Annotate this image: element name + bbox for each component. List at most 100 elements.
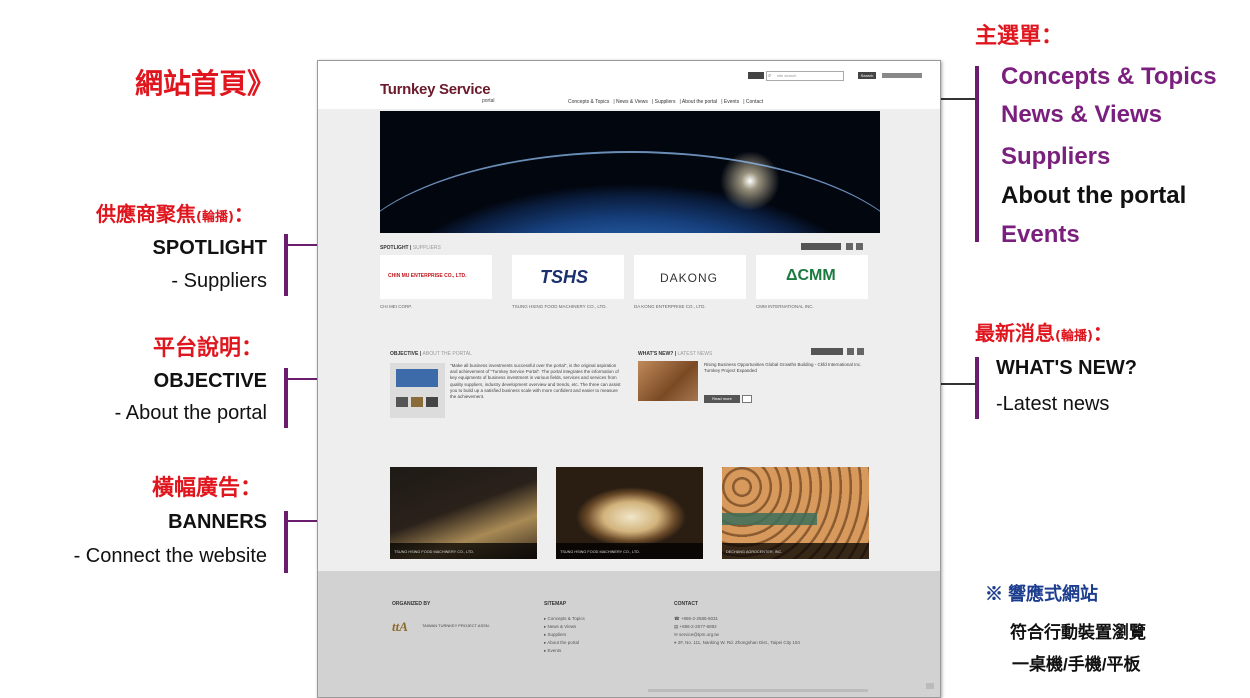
supplier-card-2[interactable]: TSHS: [512, 255, 624, 299]
footer-bottom-bar: [648, 689, 868, 692]
supplier-logo-1: CHIN MU ENTERPRISE CO., LTD.: [388, 273, 467, 279]
language-selector[interactable]: [882, 73, 922, 78]
footer-sitemap-item[interactable]: ▸ Suppliers: [544, 631, 585, 639]
objective-thumb-item-2: [411, 397, 423, 407]
banner-1-caption: TSUNG HSING FOOD MACHINERY CO., LTD.: [394, 550, 474, 554]
nav-contact[interactable]: Contact: [746, 99, 763, 105]
footer-sitemap-label: Suppliers: [547, 632, 567, 637]
footer-organized-title: ORGANIZED BY: [392, 601, 431, 607]
banner-3-label-bar: [722, 513, 817, 525]
whats-new-title-text: 最新消息: [975, 321, 1055, 345]
supplier-logo-2: TSHS: [540, 267, 589, 287]
footer-org-logo[interactable]: ttA TAIWAN TURNKEY PROJECT ASSN.: [392, 619, 512, 634]
objective-title: OBJECTIVE: [390, 351, 419, 357]
nav-concepts[interactable]: Concepts & Topics: [568, 99, 609, 105]
back-to-top-button[interactable]: [926, 683, 934, 689]
objective-text: "Make all business investments successfu…: [450, 363, 621, 400]
footer-sitemap-list: ▸ Concepts & Topics ▸ News & Views ▸ Sup…: [544, 615, 585, 655]
spotlight-title-colon: ：: [233, 202, 254, 226]
banner-1[interactable]: TSUNG HSING FOOD MACHINERY CO., LTD.: [390, 467, 537, 559]
search-select[interactable]: [748, 72, 764, 79]
objective-thumb-item-1: [396, 397, 408, 407]
objective-annotation-title: 平台說明：: [153, 336, 264, 361]
footer-sitemap-label: News & Views: [547, 624, 577, 629]
banners-desc: - Connect the website: [73, 545, 267, 567]
main-nav: Concepts & Topics | News & Views | Supplie…: [568, 99, 764, 105]
spotlight-title: SPOTLIGHT: [380, 245, 409, 251]
footer-sitemap-item[interactable]: ▸ Events: [544, 647, 585, 655]
search-input[interactable]: site search ⌕: [766, 71, 844, 81]
menu-annotation-item-suppliers: Suppliers: [1001, 143, 1111, 170]
supplier-name-3: DA KONG ENTERPRISE CO., LTD.: [634, 304, 706, 309]
spotlight-more-button[interactable]: [801, 243, 841, 250]
news-more-button[interactable]: [811, 348, 843, 355]
responsive-note-3: 一桌機/手機/平板: [1012, 655, 1141, 674]
site-logo[interactable]: Turnkey Service: [380, 81, 491, 98]
supplier-logo-3: DAKONG: [660, 271, 719, 285]
objective-thumbnail: [390, 363, 445, 418]
site-header: Turnkey Service portal site search ⌕ Sea…: [318, 61, 940, 109]
banner-2[interactable]: TSUNG HSING FOOD MACHINERY CO., LTD.: [556, 467, 703, 559]
supplier-name-2: TSUNG HSING FOOD MACHINERY CO., LTD.: [512, 304, 607, 309]
objective-thumb-item-3: [426, 397, 438, 407]
supplier-card-3[interactable]: DAKONG: [634, 255, 746, 299]
banners-annotation-title: 橫幅廣告：: [152, 476, 263, 501]
search-area: site search ⌕ Search: [748, 71, 933, 81]
objective-bracket: [284, 368, 288, 428]
footer-sitemap-item[interactable]: ▸ Concepts & Topics: [544, 615, 585, 623]
main-menu-annotation-title: 主選單：: [975, 24, 1064, 49]
spotlight-next-button[interactable]: [856, 243, 863, 250]
footer-email-text: service@tpm.org.tw: [679, 632, 719, 637]
footer-phone-text: +886-2-2585-5031: [680, 616, 719, 621]
supplier-name-1: CHI MEI CORP.: [380, 304, 412, 309]
nav-news[interactable]: News & Views: [616, 99, 648, 105]
search-icon: ⌕: [768, 72, 772, 79]
footer-contact-list: ☎ +886-2-2585-5031 ▤ +886-2-2577-6892 ✉ …: [674, 615, 800, 647]
hero-banner-earth: [380, 111, 880, 233]
footer-fax: ▤ +886-2-2577-6892: [674, 623, 800, 631]
fax-icon: ▤: [674, 624, 679, 629]
footer-sitemap-label: Concepts & Topics: [547, 616, 585, 621]
footer-sitemap-label: About the portal: [547, 640, 580, 645]
objective-section-title: OBJECTIVE | ABOUT THE PORTAL: [390, 351, 472, 357]
menu-annotation-item-news: News & Views: [1001, 101, 1162, 128]
news-toggle[interactable]: [742, 395, 752, 403]
footer-sitemap-title: SITEMAP: [544, 601, 567, 607]
menu-annotation-item-about: About the portal: [1001, 182, 1187, 209]
spotlight-desc: - Suppliers: [171, 270, 267, 292]
news-read-more-button[interactable]: Read more: [704, 395, 740, 403]
menu-annotation-item-events: Events: [1001, 221, 1080, 248]
objective-subtitle: ABOUT THE PORTAL: [422, 351, 472, 357]
supplier-card-1[interactable]: CHIN MU ENTERPRISE CO., LTD.: [380, 255, 492, 299]
whats-new-title-colon: ：: [1092, 321, 1113, 345]
search-button[interactable]: Search: [858, 72, 876, 79]
org-logo-name: TAIWAN TURNKEY PROJECT ASSN.: [422, 623, 490, 628]
nav-events[interactable]: Events: [724, 99, 739, 105]
supplier-card-4[interactable]: ΔCMM: [756, 255, 868, 299]
location-icon: ⌖: [674, 640, 677, 645]
news-next-button[interactable]: [857, 348, 864, 355]
site-logo-sub: portal: [482, 98, 495, 104]
responsive-note-2: 符合行動裝置瀏覽: [1010, 623, 1146, 642]
spotlight-annotation-title: 供應商聚焦(輪播)：: [96, 198, 254, 227]
whats-new-bracket: [975, 357, 979, 419]
objective-label: OBJECTIVE: [153, 370, 267, 392]
footer-address-text: 2F, No. 111, Nanking W. Rd. Zhongshan Di…: [677, 640, 800, 645]
spotlight-prev-button[interactable]: [846, 243, 853, 250]
website-screenshot: Turnkey Service portal site search ⌕ Sea…: [317, 60, 941, 698]
footer-sitemap-item[interactable]: ▸ News & Views: [544, 623, 585, 631]
footer-address: ⌖ 2F, No. 111, Nanking W. Rd. Zhongshan …: [674, 639, 800, 647]
footer-fax-text: +886-2-2577-6892: [679, 624, 717, 629]
banner-2-caption: TSUNG HSING FOOD MACHINERY CO., LTD.: [560, 550, 640, 554]
banner-3-caption: DECHANG AGROCENTER, INC.: [726, 550, 783, 554]
spotlight-subtitle: SUPPLIERS: [412, 245, 441, 251]
nav-suppliers[interactable]: Suppliers: [655, 99, 676, 105]
supplier-name-4: CMM INTERNATIONAL INC.: [756, 304, 814, 309]
footer-email[interactable]: ✉ service@tpm.org.tw: [674, 631, 800, 639]
news-prev-button[interactable]: [847, 348, 854, 355]
banner-3[interactable]: DECHANG AGROCENTER, INC.: [722, 467, 869, 559]
nav-about[interactable]: About the portal: [682, 99, 717, 105]
responsive-note-1: ※ 響應式網站: [985, 584, 1099, 604]
footer-sitemap-item[interactable]: ▸ About the portal: [544, 639, 585, 647]
whats-new-annotation-title: 最新消息(輪播)：: [975, 317, 1113, 346]
